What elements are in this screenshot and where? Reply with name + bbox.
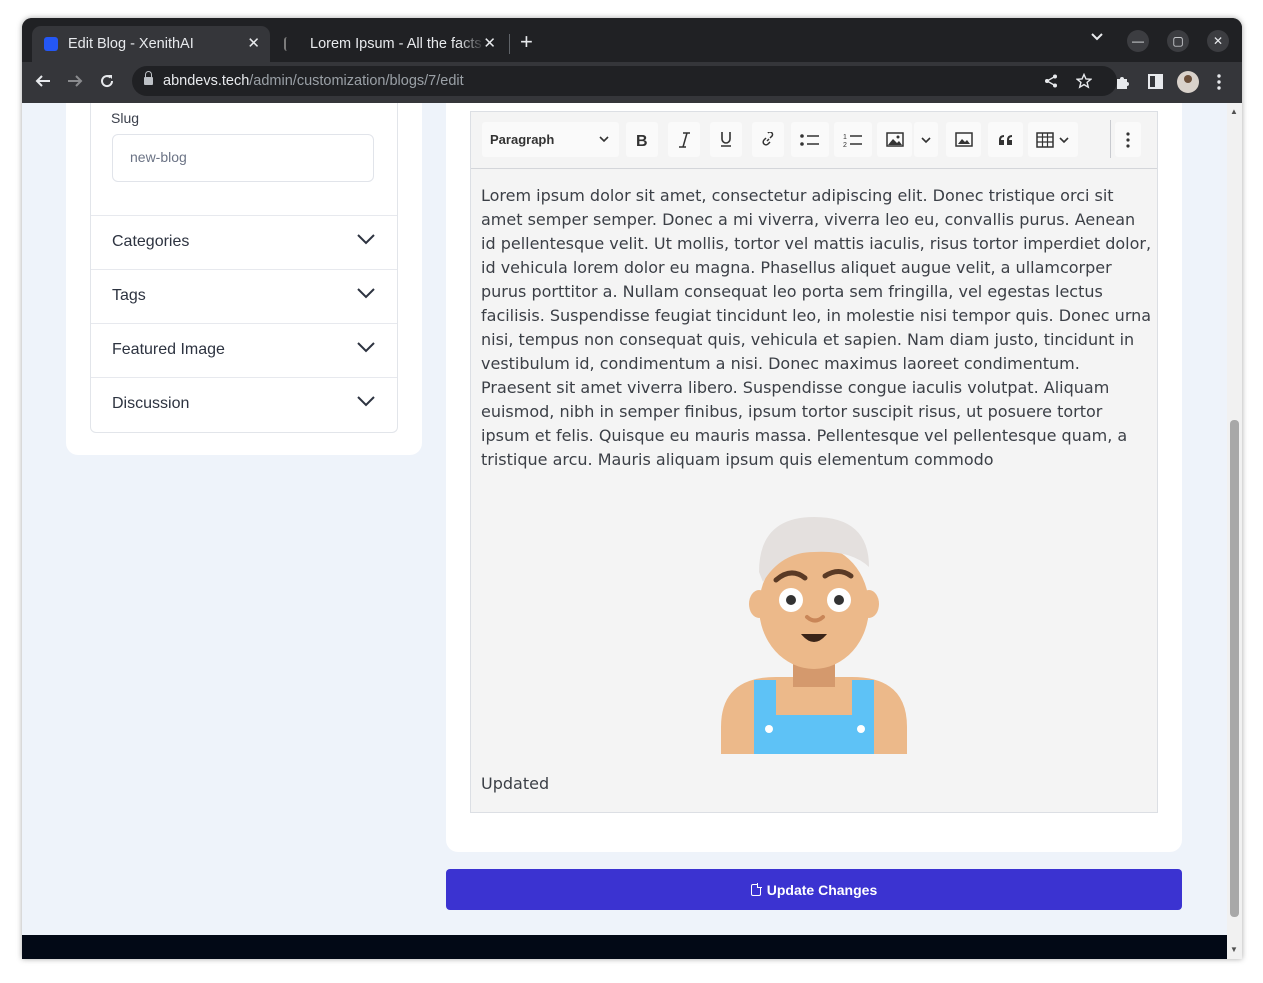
discussion-label: Discussion [112,395,190,412]
bulleted-list-icon [800,133,819,146]
side-panel-icon[interactable] [1148,74,1163,89]
featured-image-accordion[interactable]: Featured Image [91,323,397,376]
chevron-down-icon [357,342,375,353]
editor-card: Paragraph B 1 2 Lorem ipsum dolor sit am… [446,103,1182,852]
blockquote-button[interactable] [988,122,1023,157]
reload-icon[interactable] [99,73,115,89]
update-changes-label: Update Changes [766,881,878,898]
more-vertical-icon [1126,131,1130,148]
svg-text:2: 2 [843,142,847,148]
scroll-up-arrow-icon[interactable]: ▲ [1230,107,1238,116]
chevron-down-icon [1059,136,1069,143]
paragraph-style-select[interactable]: Paragraph [482,122,619,157]
blockquote-icon [998,134,1012,145]
categories-label: Categories [112,233,190,250]
italic-button[interactable] [668,122,700,157]
media-button[interactable] [946,122,981,157]
editor-content-text[interactable]: Lorem ipsum dolor sit amet, consectetur … [481,184,1153,472]
insert-image-button[interactable] [877,122,912,157]
more-menu-icon[interactable] [1217,74,1221,90]
slug-input[interactable]: new-blog [112,134,374,182]
chevron-down-icon [357,396,375,407]
browser-toolbar: abndevs.tech/admin/customization/blogs/7… [22,62,1242,103]
share-icon[interactable] [1044,74,1058,88]
toolbar-divider [1110,120,1111,158]
svg-text:1: 1 [843,134,847,141]
slug-label: Slug [111,110,140,126]
maximize-icon[interactable]: ▢ [1167,30,1189,52]
page-footer [22,935,1227,959]
paragraph-style-label: Paragraph [490,132,555,147]
browser-window: Edit Blog - XenithAI ✕ Lorem Ipsum - All… [22,18,1242,959]
bold-button[interactable]: B [626,122,658,157]
bulleted-list-button[interactable] [791,122,829,157]
image-caption[interactable]: Updated [481,774,549,793]
blog-settings-card: Slug new-blog Categories Tags Featured I… [66,103,422,455]
update-changes-button[interactable]: Update Changes [446,869,1182,910]
new-tab-icon[interactable]: + [520,30,533,54]
media-icon [954,132,973,147]
extensions-puzzle-icon[interactable] [1115,74,1131,90]
chevron-down-icon [599,136,609,143]
document-icon [750,882,762,896]
tab-search-chevron-icon[interactable] [1090,32,1104,42]
tab-strip: Edit Blog - XenithAI ✕ Lorem Ipsum - All… [22,18,1242,62]
close-tab-icon[interactable]: ✕ [483,35,496,53]
underline-icon [721,132,731,147]
chevron-down-icon [357,234,375,245]
svg-text:B: B [636,133,648,148]
tab-divider [509,34,510,54]
italic-icon [679,131,690,148]
back-arrow-icon[interactable] [35,73,51,89]
bookmark-star-icon[interactable] [1076,73,1092,89]
forward-arrow-icon[interactable] [67,73,83,89]
image-options-dropdown[interactable] [914,122,938,157]
link-icon [762,131,774,146]
tab-title: Lorem Ipsum - All the facts - Lipsum gen… [310,36,485,52]
bold-icon: B [636,133,648,148]
more-toolbar-button[interactable] [1115,122,1141,157]
underline-button[interactable] [710,122,742,157]
url-path: /admin/customization/blogs/7/edit [249,73,464,89]
settings-panel: Slug new-blog Categories Tags Featured I… [90,103,398,433]
featured-image-label: Featured Image [112,341,225,358]
tab-edit-blog[interactable]: Edit Blog - XenithAI ✕ [32,26,270,62]
page-viewport: Slug new-blog Categories Tags Featured I… [22,103,1242,959]
avatar-illustration[interactable] [721,512,907,754]
image-icon [885,132,904,147]
tags-label: Tags [112,287,146,304]
url-host: abndevs.tech [163,73,250,89]
address-bar[interactable]: abndevs.tech/admin/customization/blogs/7… [132,66,1117,96]
chevron-down-icon [921,136,931,143]
xenith-favicon-icon [44,37,58,51]
discussion-accordion[interactable]: Discussion [91,377,397,430]
close-tab-icon[interactable]: ✕ [247,35,260,53]
scrollbar-thumb[interactable] [1230,420,1239,917]
scroll-down-arrow-icon[interactable]: ▼ [1230,945,1238,954]
table-icon [1036,131,1054,148]
minimize-icon[interactable]: — [1127,30,1149,52]
lock-icon[interactable] [144,70,153,87]
tab-title: Edit Blog - XenithAI [68,36,194,52]
tab-lorem-ipsum[interactable]: Lorem Ipsum - All the facts - Lipsum gen… [274,26,506,62]
tags-accordion[interactable]: Tags [91,269,397,322]
numbered-list-button[interactable]: 12 [834,122,872,157]
lipsum-favicon-icon [284,37,298,51]
link-button[interactable] [752,122,784,157]
profile-avatar[interactable] [1177,71,1199,93]
close-window-icon[interactable]: ✕ [1207,30,1229,52]
categories-accordion[interactable]: Categories [91,215,397,268]
chevron-down-icon [357,288,375,299]
editor-toolbar: Paragraph B 1 2 [471,112,1157,169]
insert-table-button[interactable] [1028,122,1078,157]
numbered-list-icon: 12 [843,134,862,148]
page-scrollbar[interactable]: ▲ ▼ [1227,103,1242,959]
rich-text-editor: Paragraph B 1 2 Lorem ipsum dolor sit am… [470,111,1158,813]
